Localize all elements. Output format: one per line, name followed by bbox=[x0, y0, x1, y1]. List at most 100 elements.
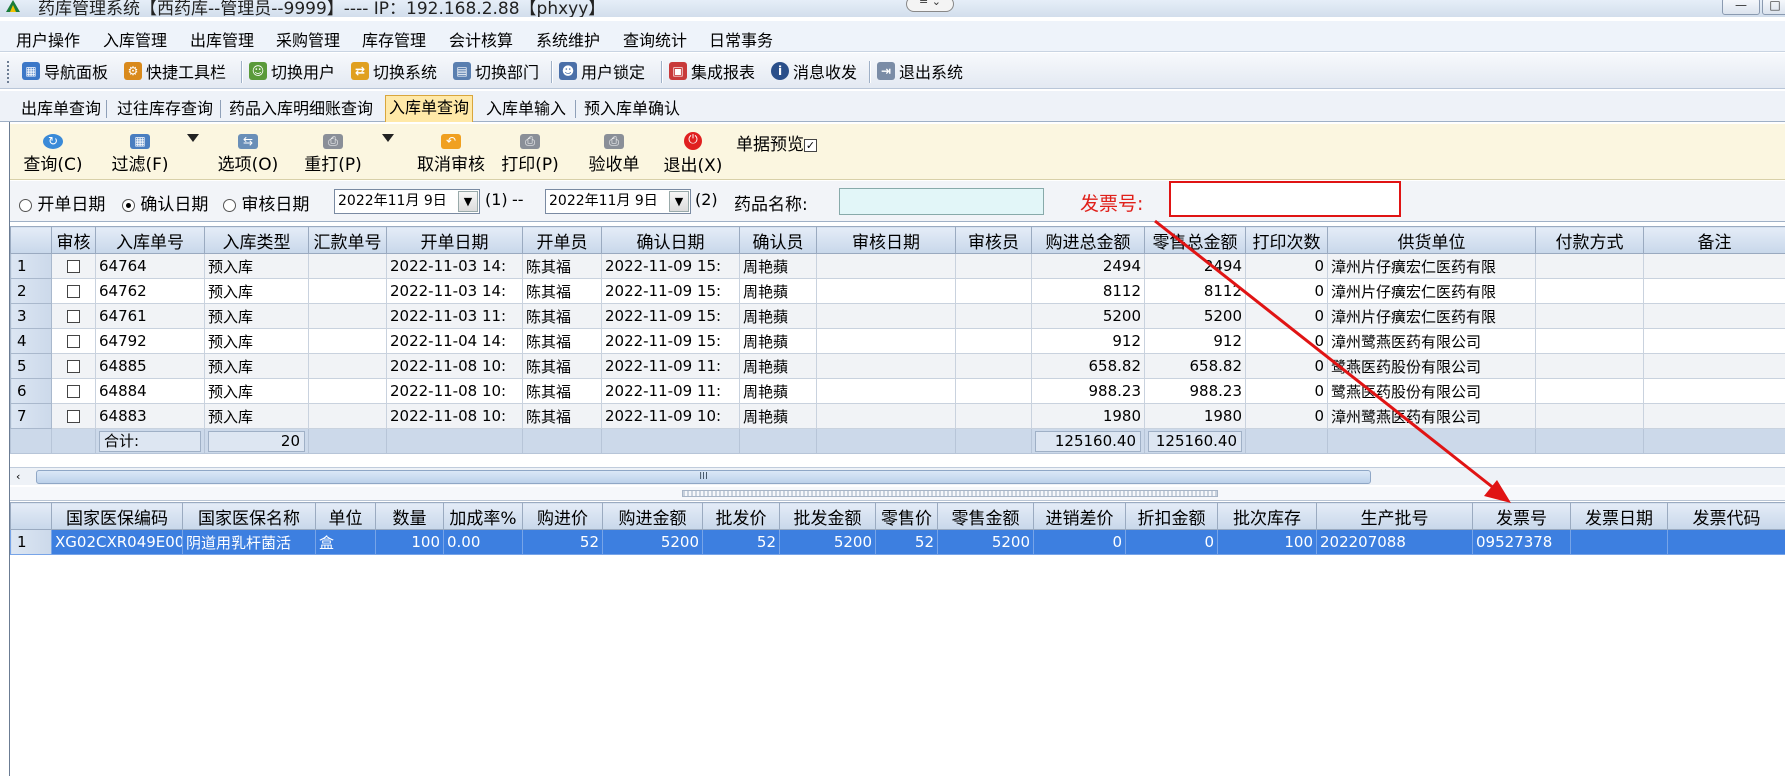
switch-department-button[interactable]: ▤ 切换部门 bbox=[453, 60, 539, 82]
confirm-date-cell[interactable]: 2022-11-09 11: bbox=[601, 378, 740, 404]
tab-pre-inbound-confirm[interactable]: 预入库单确认 bbox=[581, 97, 683, 122]
table-row[interactable]: 5 64885 预入库 2022-11-08 10: 陈其福 2022-11-09 11:… bbox=[10, 353, 1785, 379]
open-date-cell[interactable]: 2022-11-08 10: bbox=[386, 353, 523, 379]
confirm-date-cell[interactable]: 2022-11-09 15: bbox=[601, 328, 740, 354]
confirm-date-cell[interactable]: 2022-11-09 15: bbox=[601, 278, 740, 304]
menu-daily[interactable]: 日常事务 bbox=[709, 27, 773, 51]
start-date-dropdown-icon[interactable]: ▼ bbox=[458, 191, 478, 212]
purchase-total-cell[interactable]: 912 bbox=[1031, 328, 1145, 354]
menu-system-maint[interactable]: 系统维护 bbox=[536, 27, 600, 51]
order-no-cell[interactable]: 64885 bbox=[95, 353, 205, 379]
detail-header-margin[interactable]: 进销差价 bbox=[1033, 502, 1126, 530]
header-audit[interactable]: 审核 bbox=[51, 226, 96, 254]
confirm-date-cell[interactable]: 2022-11-09 11: bbox=[601, 353, 740, 379]
filter-button[interactable]: ▦ 过滤(F) bbox=[104, 124, 176, 175]
opener-cell[interactable]: 陈其福 bbox=[522, 378, 602, 404]
header-confirmer[interactable]: 确认员 bbox=[739, 226, 817, 254]
exit-button[interactable]: ⏻ 退出(X) bbox=[658, 124, 728, 176]
audit-checkbox[interactable] bbox=[67, 410, 80, 423]
margin-cell[interactable]: 0 bbox=[1033, 529, 1126, 555]
open-date-cell[interactable]: 2022-11-08 10: bbox=[386, 403, 523, 429]
tab-drug-inbound-ledger[interactable]: 药品入库明细账查询 bbox=[226, 97, 376, 122]
window-center-control[interactable]: = ⌄ bbox=[906, 0, 954, 12]
exit-system-button[interactable]: ⇥ 退出系统 bbox=[877, 60, 963, 82]
detail-header-wholesale-price[interactable]: 批发价 bbox=[702, 502, 780, 530]
splitter-handle[interactable] bbox=[682, 490, 1218, 497]
remit-no-cell[interactable] bbox=[308, 278, 387, 304]
menu-inventory[interactable]: 库存管理 bbox=[362, 27, 426, 51]
radio-confirm-date[interactable]: 确认日期 bbox=[122, 190, 208, 215]
payment-method-cell[interactable] bbox=[1535, 253, 1644, 279]
payment-method-cell[interactable] bbox=[1535, 403, 1644, 429]
supplier-cell[interactable]: 漳州鹭燕医药有限公司 bbox=[1327, 328, 1536, 354]
opener-cell[interactable]: 陈其福 bbox=[522, 328, 602, 354]
purchase-total-cell[interactable]: 658.82 bbox=[1031, 353, 1145, 379]
confirmer-cell[interactable]: 周艳蘋 bbox=[739, 353, 817, 379]
opener-cell[interactable]: 陈其福 bbox=[522, 403, 602, 429]
detail-header-wholesale-amount[interactable]: 批发金额 bbox=[779, 502, 876, 530]
minimize-button[interactable]: — bbox=[1722, 0, 1760, 15]
order-no-cell[interactable]: 64761 bbox=[95, 303, 205, 329]
confirmer-cell[interactable]: 周艳蘋 bbox=[739, 303, 817, 329]
tab-inbound-input[interactable]: 入库单输入 bbox=[483, 97, 569, 122]
header-remit-no[interactable]: 汇款单号 bbox=[308, 226, 387, 254]
radio-confirm-date-circle[interactable] bbox=[122, 198, 135, 212]
header-payment-method[interactable]: 付款方式 bbox=[1535, 226, 1644, 254]
detail-header-name[interactable]: 国家医保名称 bbox=[182, 502, 316, 530]
radio-open-date[interactable]: 开单日期 bbox=[19, 190, 105, 215]
switch-user-button[interactable]: ☺ 切换用户 bbox=[249, 60, 335, 82]
retail-total-cell[interactable]: 658.82 bbox=[1144, 353, 1246, 379]
purchase-total-cell[interactable]: 8112 bbox=[1031, 278, 1145, 304]
header-open-date[interactable]: 开单日期 bbox=[386, 226, 523, 254]
inbound-type-cell[interactable]: 预入库 bbox=[204, 328, 309, 354]
payment-method-cell[interactable] bbox=[1535, 353, 1644, 379]
table-row[interactable]: 7 64883 预入库 2022-11-08 10: 陈其福 2022-11-09 10:… bbox=[10, 403, 1785, 429]
supplier-cell[interactable]: 鹭燕医药股份有限公司 bbox=[1327, 353, 1536, 379]
inbound-type-cell[interactable]: 预入库 bbox=[204, 253, 309, 279]
user-lock-button[interactable]: ☻ 用户锁定 bbox=[559, 60, 645, 82]
print-button[interactable]: ⎙ 打印(P) bbox=[490, 124, 570, 175]
quick-toolbar-button[interactable]: ⚙ 快捷工具栏 bbox=[124, 60, 226, 82]
detail-header-buy-price[interactable]: 购进价 bbox=[522, 502, 603, 530]
open-date-cell[interactable]: 2022-11-03 14: bbox=[386, 278, 523, 304]
audit-checkbox-cell[interactable] bbox=[51, 353, 96, 379]
retail-amount-cell[interactable]: 5200 bbox=[937, 529, 1034, 555]
supplier-cell[interactable]: 漳州片仔癀宏仁医药有限 bbox=[1327, 278, 1536, 304]
detail-header-invoice-date[interactable]: 发票日期 bbox=[1570, 502, 1668, 530]
acceptance-slip-button[interactable]: ⎙ 验收单 bbox=[578, 124, 650, 175]
audit-checkbox-cell[interactable] bbox=[51, 403, 96, 429]
menu-statistics[interactable]: 查询统计 bbox=[623, 27, 687, 51]
confirmer-cell[interactable]: 周艳蘋 bbox=[739, 328, 817, 354]
confirm-date-cell[interactable]: 2022-11-09 10: bbox=[601, 403, 740, 429]
supplier-cell[interactable]: 鹭燕医药股份有限公司 bbox=[1327, 378, 1536, 404]
insurance-code-cell[interactable]: XG02CXR049E00( bbox=[51, 529, 183, 555]
quantity-cell[interactable]: 100 bbox=[375, 529, 444, 555]
remark-cell[interactable] bbox=[1643, 278, 1785, 304]
navigation-panel-button[interactable]: ▦ 导航面板 bbox=[22, 60, 108, 82]
remark-cell[interactable] bbox=[1643, 303, 1785, 329]
message-button[interactable]: i 消息收发 bbox=[771, 60, 857, 82]
remit-no-cell[interactable] bbox=[308, 303, 387, 329]
table-row[interactable]: 2 64762 预入库 2022-11-03 14: 陈其福 2022-11-09 15:… bbox=[10, 278, 1785, 304]
print-count-cell[interactable]: 0 bbox=[1245, 378, 1328, 404]
retail-total-cell[interactable]: 2494 bbox=[1144, 253, 1246, 279]
header-auditor[interactable]: 审核员 bbox=[955, 226, 1032, 254]
invoice-number-input[interactable] bbox=[1169, 181, 1401, 217]
opener-cell[interactable]: 陈其福 bbox=[522, 353, 602, 379]
tab-outbound-query[interactable]: 出库单查询 bbox=[18, 97, 104, 122]
detail-header-discount[interactable]: 折扣金额 bbox=[1125, 502, 1218, 530]
table-row[interactable]: 4 64792 预入库 2022-11-04 14: 陈其福 2022-11-09 15:… bbox=[10, 328, 1785, 354]
detail-header-batch-stock[interactable]: 批次库存 bbox=[1217, 502, 1317, 530]
print-count-cell[interactable]: 0 bbox=[1245, 353, 1328, 379]
purchase-total-cell[interactable]: 2494 bbox=[1031, 253, 1145, 279]
header-retail-total[interactable]: 零售总金额 bbox=[1144, 226, 1246, 254]
remit-no-cell[interactable] bbox=[308, 403, 387, 429]
header-print-count[interactable]: 打印次数 bbox=[1245, 226, 1328, 254]
remit-no-cell[interactable] bbox=[308, 353, 387, 379]
audit-checkbox-cell[interactable] bbox=[51, 328, 96, 354]
query-button[interactable]: ↻ 查询(C) bbox=[20, 124, 86, 175]
order-no-cell[interactable]: 64883 bbox=[95, 403, 205, 429]
audit-date-cell[interactable] bbox=[816, 353, 956, 379]
audit-checkbox-cell[interactable] bbox=[51, 253, 96, 279]
preview-checkbox[interactable]: ✓ bbox=[804, 138, 817, 152]
